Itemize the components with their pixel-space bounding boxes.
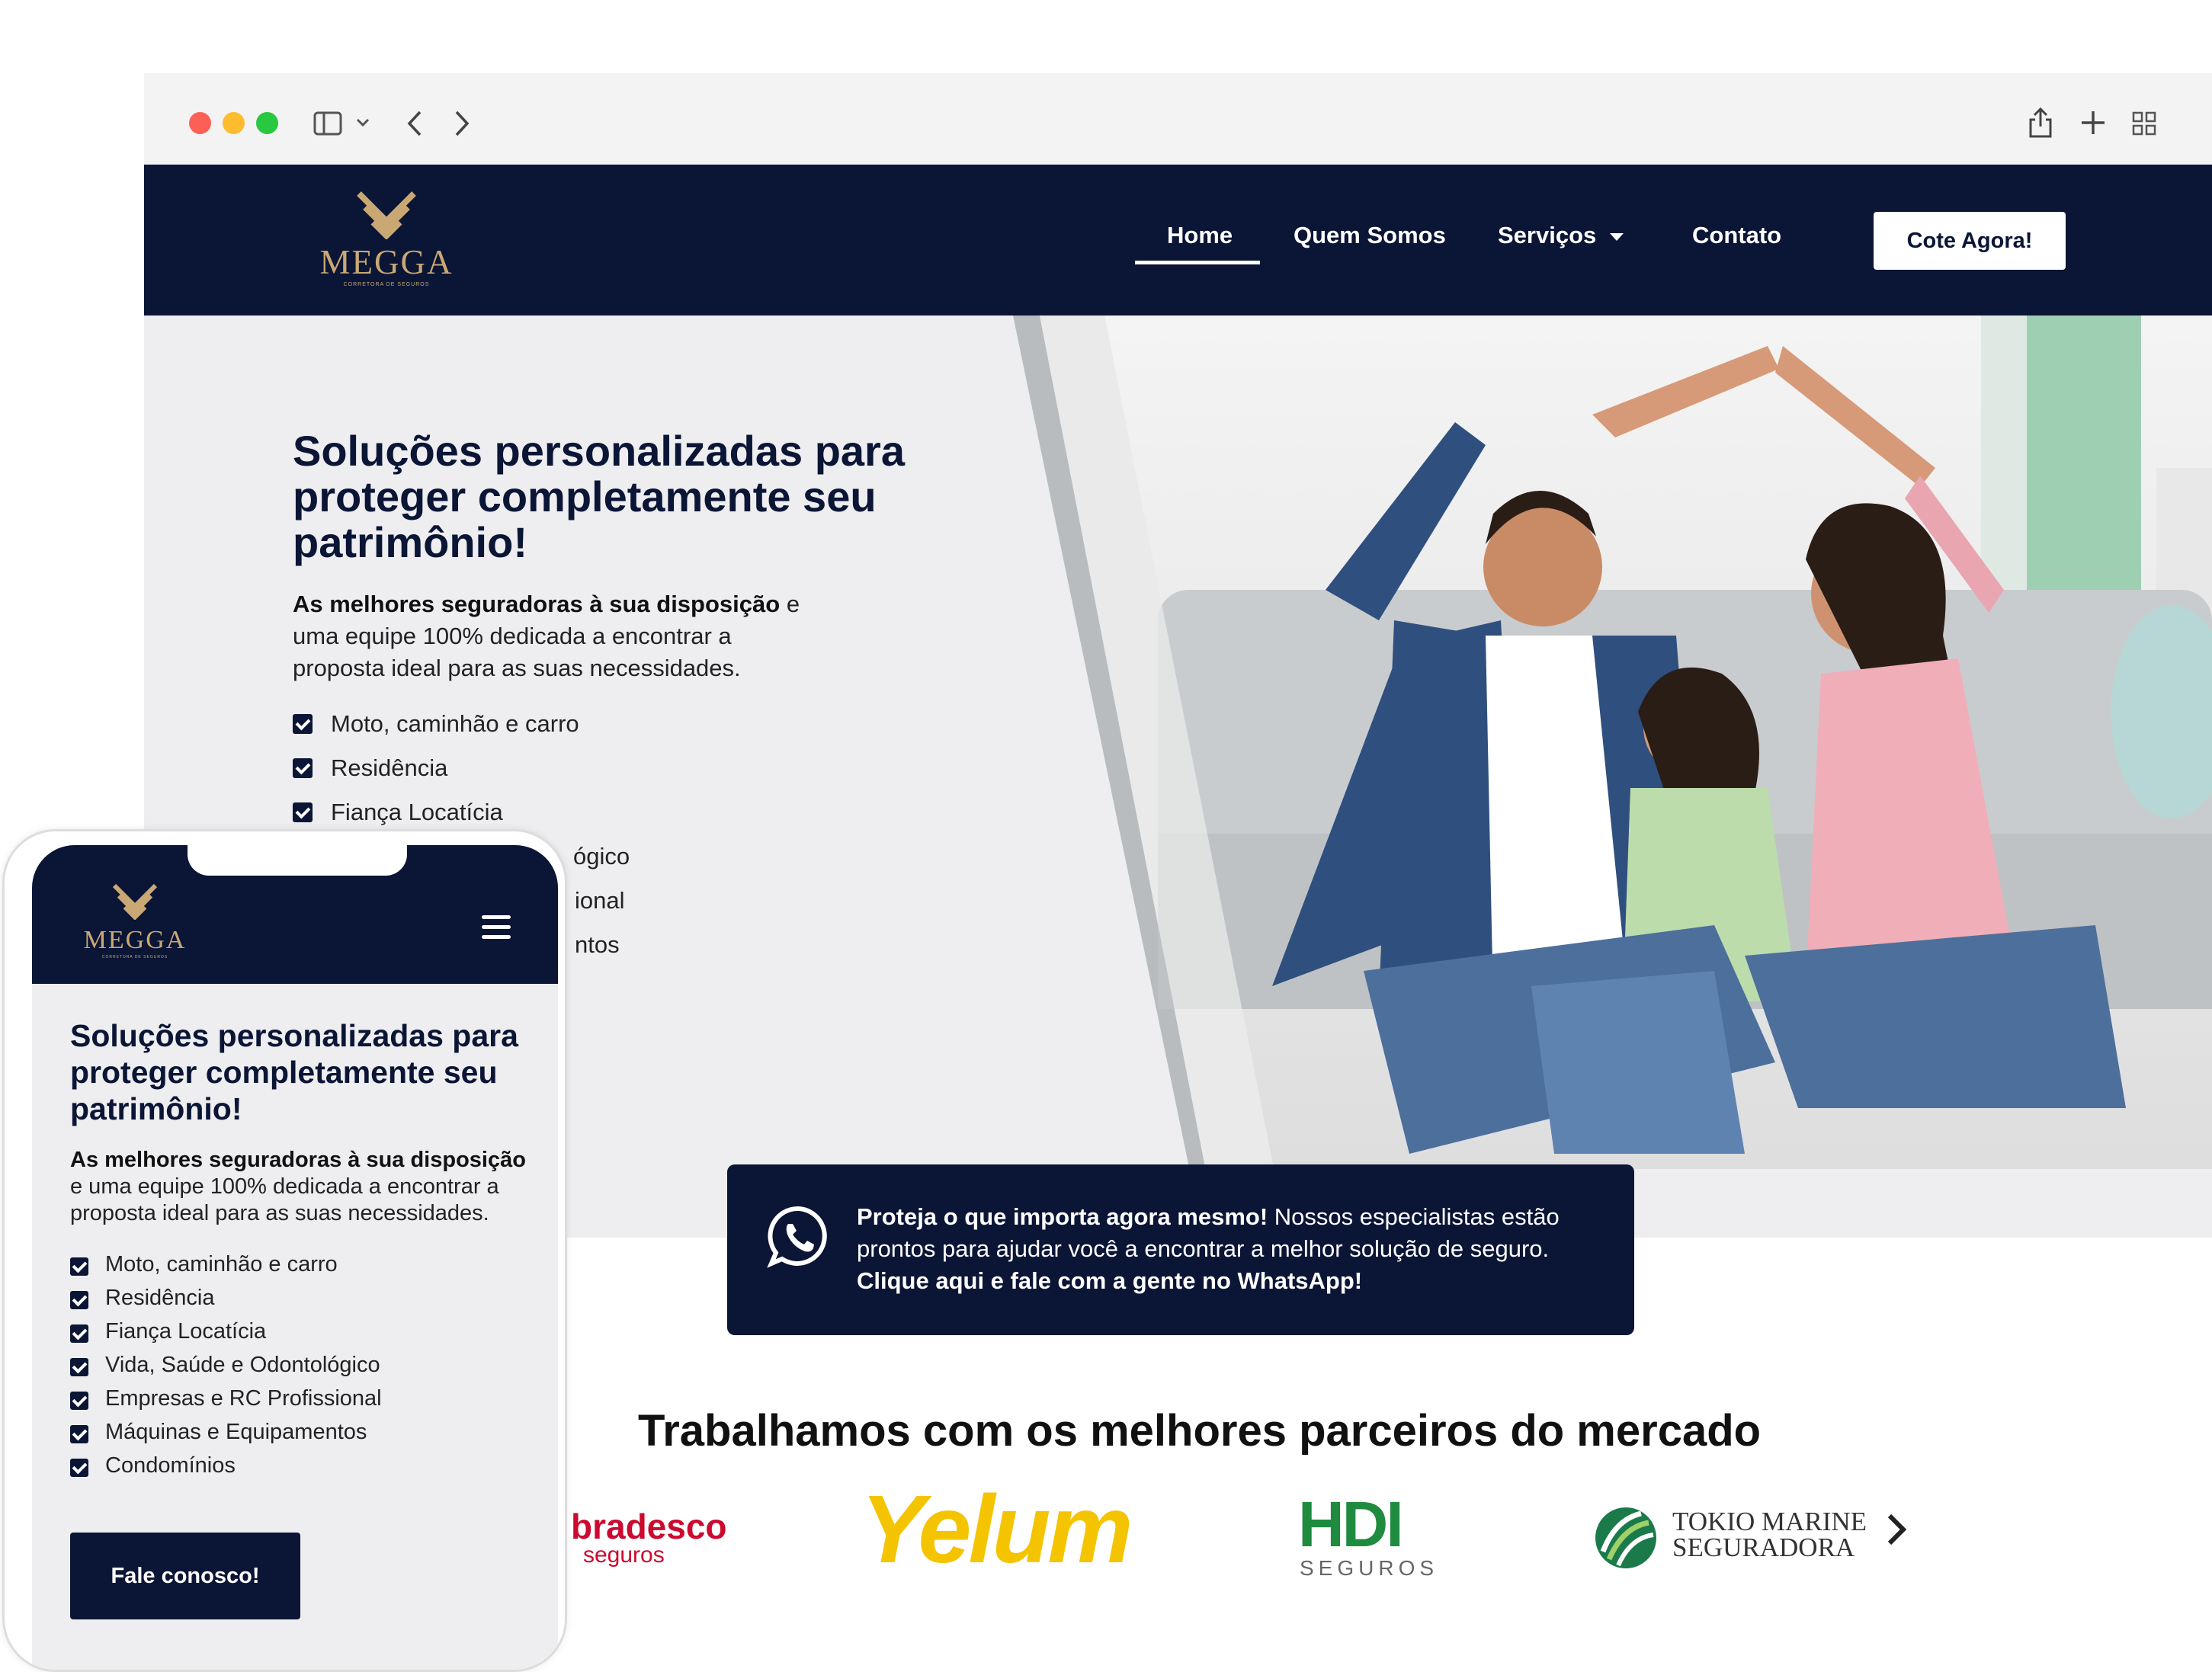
whatsapp-banner[interactable]: Proteja o que importa agora mesmo! Nosso… [727, 1164, 1634, 1335]
sidebar-icon[interactable] [313, 111, 342, 136]
whatsapp-banner-text: Proteja o que importa agora mesmo! Nosso… [857, 1201, 1619, 1297]
logo-tagline: CORRETORA DE SEGUROS [101, 955, 168, 959]
mobile-description-text: e uma equipe 100% dedicada a encontrar a… [70, 1174, 499, 1225]
list-item-partial: ógico [573, 843, 630, 870]
bradesco-sub: seguros [583, 1542, 665, 1568]
new-tab-icon[interactable] [2080, 110, 2106, 136]
mobile-phone-frame: MEGGA CORRETORA DE SEGUROS Soluções pers… [2, 829, 567, 1672]
partners-title: Trabalhamos com os melhores parceiros do… [638, 1406, 1762, 1456]
tab-overview-icon[interactable] [2132, 111, 2156, 136]
site-header: MEGGA CORRETORA DE SEGUROS Home Quem Som… [144, 165, 2212, 316]
checkbox-checked-icon [70, 1257, 88, 1276]
mobile-hero-title: Soluções personalizadas para proteger co… [70, 1018, 518, 1126]
tokio-marine-text: TOKIO MARINE SEGURADORA [1672, 1507, 1867, 1562]
nav-quem-somos[interactable]: Quem Somos [1294, 222, 1446, 249]
logo-wordmark: MEGGA [83, 926, 187, 954]
logo-mark-icon [357, 191, 416, 239]
nav-home[interactable]: Home [1167, 222, 1233, 249]
hamburger-icon[interactable] [482, 915, 511, 940]
mobile-hero-description: As melhores seguradoras à sua disposição… [70, 1147, 543, 1227]
checkbox-checked-icon [70, 1459, 88, 1477]
whatsapp-link[interactable]: Clique aqui e fale com a gente no WhatsA… [857, 1267, 1362, 1294]
fale-conosco-button[interactable]: Fale conosco! [70, 1533, 300, 1619]
hero-description-bold: As melhores seguradoras à sua disposição [293, 591, 781, 617]
whatsapp-banner-bold: Proteja o que importa agora mesmo! [857, 1203, 1268, 1230]
nav-servicos[interactable]: Serviços [1498, 222, 1624, 249]
logo-mark-icon [112, 883, 158, 920]
partner-logo-hdi[interactable]: HDI SEGUROS [1298, 1492, 1438, 1581]
nav-contato[interactable]: Contato [1692, 222, 1781, 249]
logo-wordmark: MEGGA [319, 243, 454, 281]
checkbox-checked-icon [70, 1358, 88, 1376]
nav-servicos-label: Serviços [1498, 222, 1597, 248]
checkbox-checked-icon [70, 1392, 88, 1410]
share-icon[interactable] [2028, 107, 2053, 139]
site-logo[interactable]: MEGGA CORRETORA DE SEGUROS [310, 191, 463, 290]
checkbox-checked-icon [293, 802, 313, 822]
hdi-sub: SEGUROS [1300, 1556, 1439, 1580]
logo-tagline: CORRETORA DE SEGUROS [343, 282, 430, 287]
forward-icon[interactable] [454, 110, 470, 137]
hero-title: Soluções personalizadas para proteger co… [293, 427, 905, 566]
hdi-wordmark: HDI [1298, 1488, 1404, 1560]
caret-down-icon [1610, 232, 1624, 241]
back-icon[interactable] [406, 110, 423, 137]
mobile-screen: MEGGA CORRETORA DE SEGUROS Soluções pers… [32, 845, 558, 1670]
active-nav-indicator [1135, 261, 1260, 264]
cote-agora-button[interactable]: Cote Agora! [1874, 212, 2066, 270]
chevron-right-icon[interactable] [1886, 1507, 1907, 1557]
bradesco-wordmark: bradesco [571, 1507, 727, 1546]
checkbox-checked-icon [70, 1324, 88, 1343]
close-window-button[interactable] [189, 112, 211, 134]
mobile-description-bold: As melhores seguradoras à sua disposição [70, 1148, 526, 1172]
chevron-down-icon[interactable] [356, 117, 370, 128]
checkbox-checked-icon [293, 758, 313, 778]
checkbox-checked-icon [293, 714, 313, 734]
partner-logo-bradesco[interactable]: bradesco seguros [571, 1506, 727, 1568]
phone-notch [188, 845, 407, 876]
partner-logo-yelum[interactable]: Yelum [861, 1474, 1133, 1584]
mobile-site-logo[interactable]: MEGGA CORRETORA DE SEGUROS [78, 883, 192, 967]
whatsapp-icon [767, 1206, 827, 1268]
checkbox-checked-icon [70, 1425, 88, 1443]
tokio-marine-mark-icon [1595, 1507, 1656, 1568]
hero-description: As melhores seguradoras à sua disposição… [293, 588, 826, 684]
list-item-partial: ntos [575, 931, 620, 958]
browser-toolbar [144, 73, 2212, 165]
list-item-partial: ional [575, 887, 625, 914]
maximize-window-button[interactable] [256, 112, 278, 134]
minimize-window-button[interactable] [223, 112, 245, 134]
checkbox-checked-icon [70, 1291, 88, 1309]
